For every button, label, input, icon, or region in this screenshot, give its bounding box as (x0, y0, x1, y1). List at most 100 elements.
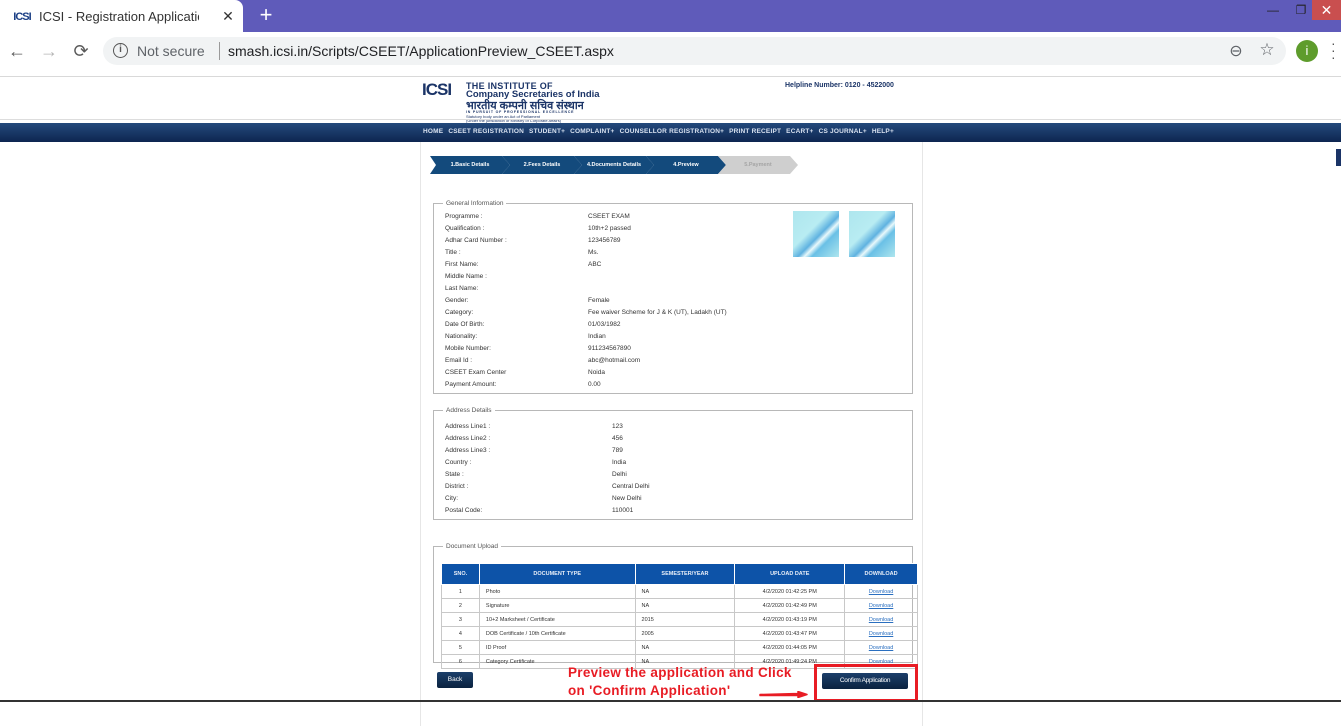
table-row: 5 ID Proof NA 4/2/2020 01:44:05 PM Download (441, 640, 918, 655)
browser-toolbar: ← → ⟳ i Not secure smash.icsi.in/Scripts… (0, 32, 1341, 77)
field-label: Address Line1 : (445, 423, 491, 430)
maximize-icon[interactable]: ❐ (1290, 0, 1312, 20)
cell-sno: 3 (441, 612, 480, 627)
field-value: 0.00 (588, 381, 601, 388)
field-label: Programme : (445, 213, 483, 220)
cell-document-type: Signature (478, 598, 636, 613)
back-arrow-icon[interactable]: ← (6, 40, 28, 62)
field-label: Gender: (445, 297, 469, 304)
field-label: Title : (445, 249, 461, 256)
download-link[interactable]: Download (869, 645, 893, 651)
nav-item[interactable]: PRINT RECEIPT (729, 128, 781, 135)
step-2: 2.Fees Details (502, 156, 582, 174)
field-label: Date Of Birth: (445, 321, 485, 328)
new-tab-button[interactable]: + (256, 4, 276, 26)
header-divider (0, 119, 1341, 120)
nav-item[interactable]: COUNSELLOR REGISTRATION+ (620, 128, 725, 135)
url-text[interactable]: smash.icsi.in/Scripts/CSEET/ApplicationP… (228, 43, 614, 59)
cell-upload-date: 4/2/2020 01:43:47 PM (734, 626, 846, 641)
field-value: 01/03/1982 (588, 321, 621, 328)
signature-thumbnail (849, 211, 895, 257)
nav-item[interactable]: ECART+ (786, 128, 813, 135)
info-icon[interactable]: i (113, 43, 128, 58)
field-label: Country : (445, 459, 472, 466)
table-header-row: SNO. DOCUMENT TYPE SEMESTER/YEAR UPLOAD … (441, 563, 918, 585)
field-value: Indian (588, 333, 606, 340)
general-information-legend: General Information (446, 200, 504, 207)
annotation-highlight-box (814, 664, 918, 702)
side-widget[interactable] (1336, 149, 1341, 166)
close-tab-icon[interactable]: ✕ (220, 8, 236, 24)
forward-arrow-icon[interactable]: → (38, 40, 60, 62)
cell-upload-date: 4/2/2020 01:44:05 PM (734, 640, 846, 655)
browser-tab[interactable]: ICSI ICSI - Registration Application Pr … (0, 0, 243, 33)
cell-download: Download (844, 612, 918, 627)
cell-upload-date: 4/2/2020 01:43:19 PM (734, 612, 846, 627)
download-link[interactable]: Download (869, 631, 893, 637)
back-button[interactable]: Back (437, 672, 473, 688)
table-row: 3 10+2 Marksheet / Certificate 2015 4/2/202… (441, 612, 918, 627)
address-details-section: Address Details Address Line1 : 123 Addres… (433, 407, 913, 520)
cell-sno: 6 (441, 654, 480, 669)
step-4: 4.Preview (646, 156, 726, 174)
table-row: 1 Photo NA 4/2/2020 01:42:25 PM Download (441, 584, 918, 599)
field-value: 123456789 (588, 237, 621, 244)
nav-item[interactable]: HOME (423, 128, 443, 135)
field-label: Category: (445, 309, 474, 316)
download-link[interactable]: Download (869, 589, 893, 595)
field-label: Qualification : (445, 225, 485, 232)
download-link[interactable]: Download (869, 603, 893, 609)
minimize-icon[interactable]: — (1262, 0, 1284, 20)
table-row: 4 DOB Certificate / 10th Certificate 2005 4… (441, 626, 918, 641)
cell-download: Download (844, 584, 918, 599)
address-details-legend: Address Details (446, 407, 492, 414)
zoom-out-icon[interactable]: ⊖ (1226, 41, 1246, 61)
annotation-arrow-icon (759, 691, 808, 698)
cell-download: Download (844, 640, 918, 655)
field-label: Postal Code: (445, 507, 483, 514)
col-upload-date: UPLOAD DATE (734, 563, 846, 585)
nav-item[interactable]: CS JOURNAL+ (819, 128, 867, 135)
window-close-icon[interactable]: ✕ (1312, 0, 1341, 20)
field-label: First Name: (445, 261, 479, 268)
page-bottom-divider (0, 700, 1341, 702)
field-label: Middle Name : (445, 273, 487, 280)
table-row: 2 Signature NA 4/2/2020 01:42:49 PM Download (441, 598, 918, 613)
field-value: 123 (612, 423, 623, 430)
nav-item[interactable]: STUDENT+ (529, 128, 565, 135)
field-value: 10th+2 passed (588, 225, 631, 232)
field-label: Last Name: (445, 285, 479, 292)
col-sno: SNO. (441, 563, 480, 585)
field-value: ABC (588, 261, 602, 268)
field-label: Nationality: (445, 333, 478, 340)
cell-document-type: Photo (478, 584, 636, 599)
cell-sno: 5 (441, 640, 480, 655)
col-semester-year: SEMESTER/YEAR (634, 563, 736, 585)
document-upload-legend: Document Upload (446, 543, 499, 550)
documents-table: SNO. DOCUMENT TYPE SEMESTER/YEAR UPLOAD … (441, 563, 918, 669)
reload-icon[interactable]: ⟳ (70, 40, 92, 62)
field-value: Fee waiver Scheme for J & K (UT), Ladakh… (588, 309, 727, 316)
photo-thumbnail (793, 211, 839, 257)
nav-item[interactable]: HELP+ (872, 128, 894, 135)
field-value: Delhi (612, 471, 627, 478)
field-label: Address Line2 : (445, 435, 491, 442)
address-bar[interactable]: i Not secure smash.icsi.in/Scripts/CSEET… (103, 37, 1286, 65)
nav-item[interactable]: CSEET REGISTRATION (448, 128, 524, 135)
bookmark-star-icon[interactable]: ☆ (1257, 40, 1277, 60)
not-secure-label[interactable]: Not secure (137, 43, 205, 59)
field-value: Central Delhi (612, 483, 650, 490)
download-link[interactable]: Download (869, 617, 893, 623)
general-information-section: General Information Programme : CSEET EXA… (433, 200, 913, 394)
field-value: Female (588, 297, 610, 304)
field-value: New Delhi (612, 495, 642, 502)
cell-semester-year: 2005 (634, 626, 736, 641)
cell-semester-year: NA (634, 640, 736, 655)
nav-menu: HOME CSEET REGISTRATION STUDENT+ COMPLAINT+… (423, 128, 894, 135)
browser-menu-icon[interactable]: · · · (1331, 36, 1341, 64)
profile-avatar[interactable]: i (1296, 40, 1318, 62)
cell-upload-date: 4/2/2020 01:42:25 PM (734, 584, 846, 599)
field-label: City: (445, 495, 458, 502)
step-1: 1.Basic Details (430, 156, 510, 174)
nav-item[interactable]: COMPLAINT+ (570, 128, 614, 135)
